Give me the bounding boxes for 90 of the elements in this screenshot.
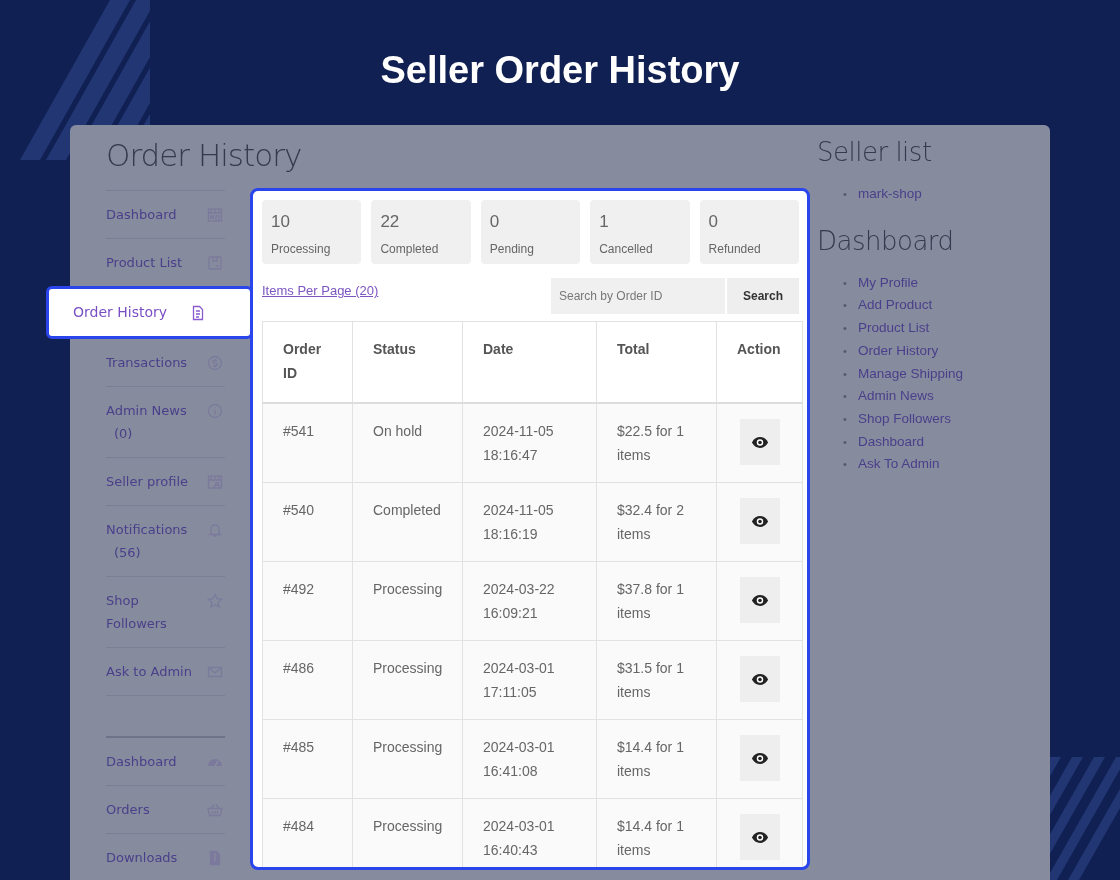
sidebar-item[interactable]: Shop Followers: [106, 577, 225, 648]
stat-label: Completed: [380, 241, 439, 258]
stat-label: Processing: [271, 241, 331, 258]
view-button[interactable]: [739, 577, 780, 623]
table-cell-text: 2024-03-01 16:41:08: [483, 738, 556, 781]
view-button[interactable]: [739, 419, 780, 465]
eye-icon: [750, 751, 769, 765]
stat-label: Refunded: [708, 241, 761, 258]
sidebar-item[interactable]: Order History: [46, 286, 253, 339]
column-header: Order ID: [283, 340, 323, 383]
eye-icon: [750, 593, 769, 607]
sidebar-link[interactable]: My Profile: [858, 271, 918, 295]
sidebar-link[interactable]: Add Product: [858, 294, 933, 318]
search-field[interactable]: Search by Order ID: [551, 278, 725, 314]
sidebar-item[interactable]: Ask to Admin: [106, 648, 225, 696]
table-cell-text: #484: [283, 817, 316, 836]
table-cell-text: 2024-03-22 16:09:21: [483, 580, 556, 623]
sidebar-item[interactable]: Orders: [106, 786, 225, 834]
stat-count: 10: [271, 211, 290, 233]
sidebar-item[interactable]: Admin News (0): [106, 387, 225, 458]
table-cell-text: 2024-11-05 18:16:47: [483, 422, 555, 465]
sidebar-link[interactable]: Order History: [858, 339, 939, 363]
stat-label: Cancelled: [599, 241, 653, 258]
table-cell-text: $37.8 for 1 items: [617, 580, 685, 623]
table-cell-text: Processing: [373, 659, 442, 678]
table-cell-text: 2024-03-01 17:11:05: [483, 659, 556, 702]
sidebar-link[interactable]: Ask To Admin: [858, 453, 940, 477]
eye-icon: [750, 435, 769, 449]
list-bullet: •: [843, 434, 848, 450]
table-cell-text: $14.4 for 1 items: [617, 817, 685, 860]
page-title: Seller Order History: [380, 48, 740, 93]
sidebar-item[interactable]: Downloads: [106, 834, 225, 880]
sidebar-link[interactable]: mark-shop: [858, 183, 922, 206]
table-cell-text: #540: [283, 501, 316, 520]
sidebar-item[interactable]: Dashboard: [106, 191, 225, 239]
sidebar-item[interactable]: Seller profile: [106, 458, 225, 506]
table-cell-text: #541: [283, 422, 316, 441]
table-cell-text: $31.5 for 1 items: [617, 659, 685, 702]
view-button[interactable]: [739, 735, 780, 781]
list-bullet: •: [843, 298, 848, 314]
table-cell-text: #492: [283, 580, 316, 599]
sidebar-item[interactable]: Transactions: [106, 339, 225, 387]
stat-count: 0: [708, 211, 719, 233]
document-icon: [190, 305, 206, 321]
search-button[interactable]: Search: [727, 278, 799, 314]
table-cell-text: Processing: [373, 817, 442, 836]
table-cell-text: 2024-03-01 16:40:43: [483, 817, 556, 860]
column-header: Date: [483, 340, 515, 359]
sidebar-link[interactable]: Product List: [858, 317, 930, 340]
view-button[interactable]: [739, 498, 780, 544]
table-cell-text: $14.4 for 1 items: [617, 738, 685, 781]
table-cell-text: Processing: [373, 580, 442, 599]
table-cell-text: 2024-11-05 18:16:19: [483, 501, 555, 544]
list-bullet: •: [843, 457, 848, 473]
column-header: Total: [617, 340, 651, 359]
items-per-page-link[interactable]: Items Per Page (20): [262, 283, 379, 298]
eye-icon: [750, 830, 769, 844]
list-bullet: •: [843, 187, 848, 202]
page-heading: Order History: [106, 137, 302, 173]
list-bullet: •: [843, 411, 848, 427]
view-button[interactable]: [739, 814, 780, 860]
table-cell-text: #486: [283, 659, 316, 678]
table-cell-text: Completed: [373, 501, 442, 520]
stat-label: Pending: [489, 241, 534, 258]
sidebar-item[interactable]: Notifications (56): [106, 506, 225, 577]
sidebar-link[interactable]: Manage Shipping: [858, 362, 964, 386]
stat-count: 22: [380, 211, 400, 233]
list-bullet: •: [843, 366, 848, 382]
sidebar-link[interactable]: Shop Followers: [858, 407, 952, 431]
table-cell-text: $22.5 for 1 items: [617, 422, 685, 465]
eye-icon: [750, 514, 769, 528]
table-cell-text: On hold: [373, 422, 424, 441]
sidebar-link[interactable]: Admin News: [858, 385, 934, 408]
list-bullet: •: [843, 343, 848, 359]
sidebar-link[interactable]: Dashboard: [858, 430, 925, 454]
section-heading: Dashboard: [817, 225, 954, 256]
table-cell-text: #485: [283, 738, 316, 757]
list-bullet: •: [843, 275, 848, 291]
column-header: Action: [737, 340, 782, 359]
section-heading: Seller list: [817, 137, 932, 167]
view-button[interactable]: [739, 656, 780, 702]
list-bullet: •: [843, 321, 848, 337]
eye-icon: [750, 672, 769, 686]
stat-count: 1: [599, 211, 609, 233]
table-cell-text: $32.4 for 2 items: [617, 501, 685, 544]
list-bullet: •: [843, 389, 848, 405]
sidebar-item[interactable]: Dashboard: [106, 738, 225, 786]
column-header: Status: [373, 340, 417, 359]
table-cell-text: Processing: [373, 738, 442, 757]
stat-count: 0: [489, 211, 500, 233]
